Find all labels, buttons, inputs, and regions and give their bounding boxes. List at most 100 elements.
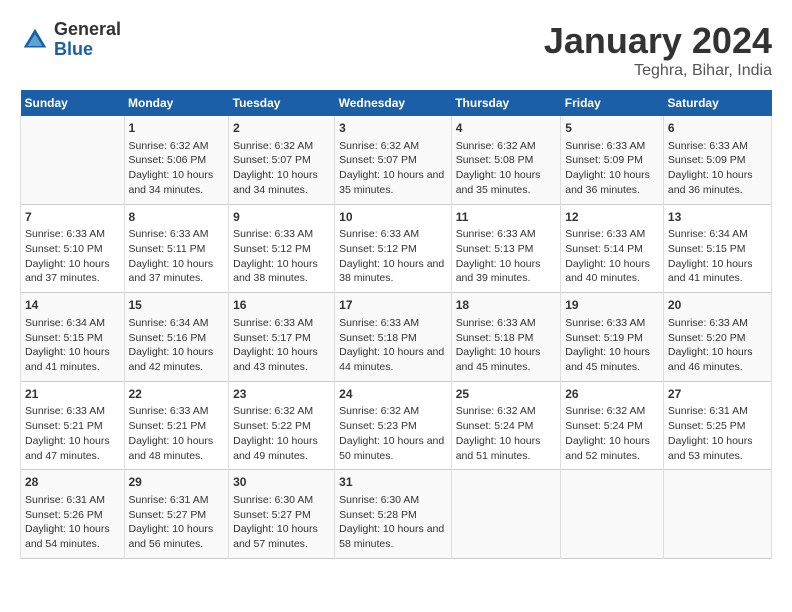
day-number: 3 bbox=[339, 120, 447, 137]
header-cell-sunday: Sunday bbox=[21, 90, 125, 116]
calendar-week-4: 21Sunrise: 6:33 AMSunset: 5:21 PMDayligh… bbox=[21, 381, 772, 470]
title-section: January 2024 Teghra, Bihar, India bbox=[544, 20, 772, 80]
day-info: Sunrise: 6:33 AMSunset: 5:14 PMDaylight:… bbox=[565, 227, 659, 286]
calendar-cell: 27Sunrise: 6:31 AMSunset: 5:25 PMDayligh… bbox=[663, 381, 771, 470]
calendar-week-2: 7Sunrise: 6:33 AMSunset: 5:10 PMDaylight… bbox=[21, 204, 772, 293]
day-info: Sunrise: 6:33 AMSunset: 5:09 PMDaylight:… bbox=[565, 139, 659, 198]
day-number: 24 bbox=[339, 386, 447, 403]
day-number: 4 bbox=[456, 120, 557, 137]
calendar-cell: 3 Sunrise: 6:32 AMSunset: 5:07 PMDaylight… bbox=[335, 116, 452, 204]
day-number: 6 bbox=[668, 120, 767, 137]
day-info: Sunrise: 6:33 AMSunset: 5:18 PMDaylight:… bbox=[339, 316, 447, 375]
calendar-header: SundayMondayTuesdayWednesdayThursdayFrid… bbox=[21, 90, 772, 116]
calendar-cell: 5Sunrise: 6:33 AMSunset: 5:09 PMDaylight… bbox=[561, 116, 664, 204]
calendar-cell: 13Sunrise: 6:34 AMSunset: 5:15 PMDayligh… bbox=[663, 204, 771, 293]
day-number: 11 bbox=[456, 209, 557, 226]
calendar-cell: 12Sunrise: 6:33 AMSunset: 5:14 PMDayligh… bbox=[561, 204, 664, 293]
day-info: Sunrise: 6:33 AMSunset: 5:17 PMDaylight:… bbox=[233, 316, 330, 375]
header-cell-wednesday: Wednesday bbox=[335, 90, 452, 116]
calendar-cell bbox=[561, 470, 664, 559]
day-info: Sunrise: 6:33 AMSunset: 5:20 PMDaylight:… bbox=[668, 316, 767, 375]
day-info: Sunrise: 6:32 AMSunset: 5:07 PMDaylight:… bbox=[233, 139, 330, 198]
logo-icon bbox=[20, 25, 50, 55]
calendar-cell: 30 Sunrise: 6:30 AMSunset: 5:27 PMDayligh… bbox=[229, 470, 335, 559]
calendar-cell: 14Sunrise: 6:34 AMSunset: 5:15 PMDayligh… bbox=[21, 293, 125, 382]
calendar-cell: 8Sunrise: 6:33 AMSunset: 5:11 PMDaylight… bbox=[124, 204, 229, 293]
day-info: Sunrise: 6:32 AMSunset: 5:08 PMDaylight:… bbox=[456, 139, 557, 198]
day-number: 26 bbox=[565, 386, 659, 403]
calendar-cell: 10Sunrise: 6:33 AMSunset: 5:12 PMDayligh… bbox=[335, 204, 452, 293]
day-info: Sunrise: 6:33 AMSunset: 5:18 PMDaylight:… bbox=[456, 316, 557, 375]
day-info: Sunrise: 6:32 AMSunset: 5:06 PMDaylight:… bbox=[129, 139, 225, 198]
header-row: SundayMondayTuesdayWednesdayThursdayFrid… bbox=[21, 90, 772, 116]
calendar-cell: 11Sunrise: 6:33 AMSunset: 5:13 PMDayligh… bbox=[451, 204, 561, 293]
day-number: 31 bbox=[339, 474, 447, 491]
day-number: 17 bbox=[339, 297, 447, 314]
day-number: 23 bbox=[233, 386, 330, 403]
location: Teghra, Bihar, India bbox=[544, 62, 772, 80]
logo-text: General Blue bbox=[54, 20, 121, 60]
day-number: 16 bbox=[233, 297, 330, 314]
day-number: 30 bbox=[233, 474, 330, 491]
calendar-table: SundayMondayTuesdayWednesdayThursdayFrid… bbox=[20, 90, 772, 559]
day-info: Sunrise: 6:32 AMSunset: 5:23 PMDaylight:… bbox=[339, 404, 447, 463]
calendar-cell: 17 Sunrise: 6:33 AMSunset: 5:18 PMDayligh… bbox=[335, 293, 452, 382]
day-number: 13 bbox=[668, 209, 767, 226]
calendar-cell: 31 Sunrise: 6:30 AMSunset: 5:28 PMDayligh… bbox=[335, 470, 452, 559]
day-number: 20 bbox=[668, 297, 767, 314]
calendar-cell: 28 Sunrise: 6:31 AMSunset: 5:26 PMDayligh… bbox=[21, 470, 125, 559]
calendar-cell bbox=[21, 116, 125, 204]
day-info: Sunrise: 6:33 AMSunset: 5:19 PMDaylight:… bbox=[565, 316, 659, 375]
day-info: Sunrise: 6:31 AMSunset: 5:26 PMDaylight:… bbox=[25, 493, 120, 552]
day-info: Sunrise: 6:31 AMSunset: 5:27 PMDaylight:… bbox=[129, 493, 225, 552]
day-info: Sunrise: 6:34 AMSunset: 5:15 PMDaylight:… bbox=[25, 316, 120, 375]
calendar-cell: 21Sunrise: 6:33 AMSunset: 5:21 PMDayligh… bbox=[21, 381, 125, 470]
day-info: Sunrise: 6:34 AMSunset: 5:15 PMDaylight:… bbox=[668, 227, 767, 286]
logo: General Blue bbox=[20, 20, 121, 60]
day-info: Sunrise: 6:32 AMSunset: 5:22 PMDaylight:… bbox=[233, 404, 330, 463]
day-info: Sunrise: 6:32 AMSunset: 5:24 PMDaylight:… bbox=[565, 404, 659, 463]
page-header: General Blue January 2024 Teghra, Bihar,… bbox=[20, 20, 772, 80]
calendar-body: 1 Sunrise: 6:32 AMSunset: 5:06 PMDaylight… bbox=[21, 116, 772, 558]
day-info: Sunrise: 6:30 AMSunset: 5:28 PMDaylight:… bbox=[339, 493, 447, 552]
calendar-cell: 19 Sunrise: 6:33 AMSunset: 5:19 PMDayligh… bbox=[561, 293, 664, 382]
day-number: 8 bbox=[129, 209, 225, 226]
calendar-cell bbox=[451, 470, 561, 559]
day-number: 2 bbox=[233, 120, 330, 137]
calendar-week-1: 1 Sunrise: 6:32 AMSunset: 5:06 PMDaylight… bbox=[21, 116, 772, 204]
day-number: 18 bbox=[456, 297, 557, 314]
day-number: 12 bbox=[565, 209, 659, 226]
logo-general: General bbox=[54, 20, 121, 40]
day-number: 15 bbox=[129, 297, 225, 314]
day-info: Sunrise: 6:33 AMSunset: 5:10 PMDaylight:… bbox=[25, 227, 120, 286]
calendar-cell: 16 Sunrise: 6:33 AMSunset: 5:17 PMDayligh… bbox=[229, 293, 335, 382]
day-number: 1 bbox=[129, 120, 225, 137]
header-cell-tuesday: Tuesday bbox=[229, 90, 335, 116]
day-number: 28 bbox=[25, 474, 120, 491]
calendar-cell bbox=[663, 470, 771, 559]
calendar-cell: 29Sunrise: 6:31 AMSunset: 5:27 PMDayligh… bbox=[124, 470, 229, 559]
header-cell-saturday: Saturday bbox=[663, 90, 771, 116]
day-number: 25 bbox=[456, 386, 557, 403]
day-info: Sunrise: 6:33 AMSunset: 5:12 PMDaylight:… bbox=[233, 227, 330, 286]
day-number: 19 bbox=[565, 297, 659, 314]
calendar-cell: 20 Sunrise: 6:33 AMSunset: 5:20 PMDayligh… bbox=[663, 293, 771, 382]
calendar-cell: 2 Sunrise: 6:32 AMSunset: 5:07 PMDaylight… bbox=[229, 116, 335, 204]
day-number: 27 bbox=[668, 386, 767, 403]
logo-blue: Blue bbox=[54, 40, 121, 60]
day-info: Sunrise: 6:33 AMSunset: 5:21 PMDaylight:… bbox=[25, 404, 120, 463]
calendar-week-3: 14Sunrise: 6:34 AMSunset: 5:15 PMDayligh… bbox=[21, 293, 772, 382]
calendar-cell: 9Sunrise: 6:33 AMSunset: 5:12 PMDaylight… bbox=[229, 204, 335, 293]
day-number: 9 bbox=[233, 209, 330, 226]
day-info: Sunrise: 6:30 AMSunset: 5:27 PMDaylight:… bbox=[233, 493, 330, 552]
month-title: January 2024 bbox=[544, 20, 772, 62]
day-number: 10 bbox=[339, 209, 447, 226]
day-info: Sunrise: 6:34 AMSunset: 5:16 PMDaylight:… bbox=[129, 316, 225, 375]
calendar-cell: 23Sunrise: 6:32 AMSunset: 5:22 PMDayligh… bbox=[229, 381, 335, 470]
day-info: Sunrise: 6:32 AMSunset: 5:07 PMDaylight:… bbox=[339, 139, 447, 198]
header-cell-monday: Monday bbox=[124, 90, 229, 116]
day-info: Sunrise: 6:33 AMSunset: 5:09 PMDaylight:… bbox=[668, 139, 767, 198]
header-cell-friday: Friday bbox=[561, 90, 664, 116]
calendar-week-5: 28 Sunrise: 6:31 AMSunset: 5:26 PMDayligh… bbox=[21, 470, 772, 559]
day-number: 22 bbox=[129, 386, 225, 403]
